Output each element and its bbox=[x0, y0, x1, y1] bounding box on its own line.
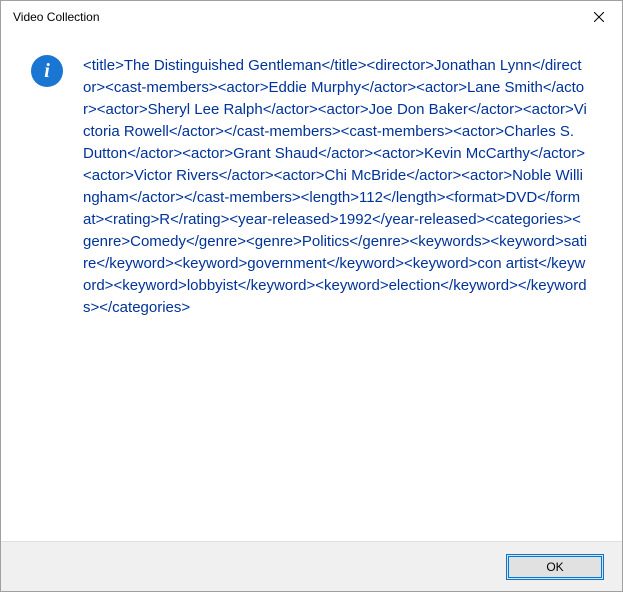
ok-button[interactable]: OK bbox=[506, 554, 604, 580]
icon-container bbox=[29, 55, 65, 87]
button-bar: OK bbox=[1, 541, 622, 591]
window-title: Video Collection bbox=[13, 10, 576, 24]
dialog-window: Video Collection <title>The Distinguishe… bbox=[0, 0, 623, 592]
info-icon bbox=[31, 55, 63, 87]
content-area: <title>The Distinguished Gentleman</titl… bbox=[1, 33, 622, 541]
titlebar: Video Collection bbox=[1, 1, 622, 33]
close-icon bbox=[594, 12, 604, 22]
message-text: <title>The Distinguished Gentleman</titl… bbox=[83, 55, 594, 319]
close-button[interactable] bbox=[576, 1, 622, 33]
